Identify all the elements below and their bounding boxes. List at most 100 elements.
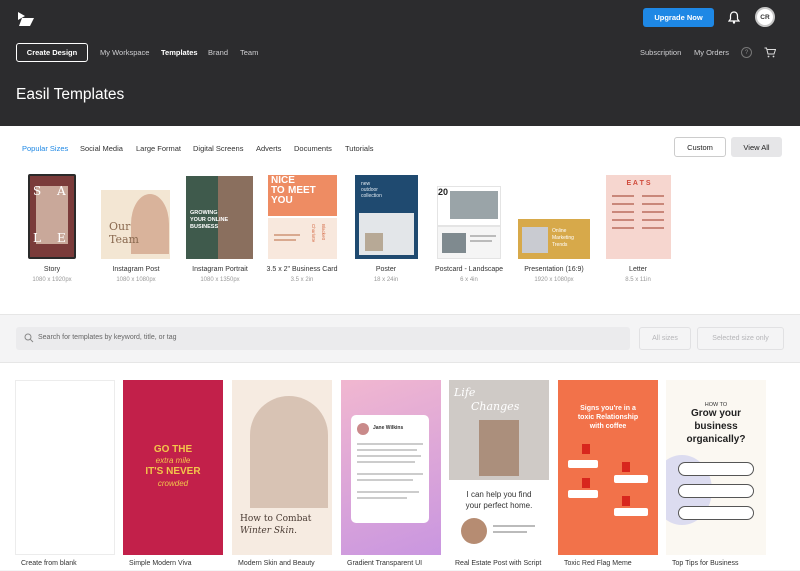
size-card-postcard-back[interactable] (437, 226, 501, 259)
letter-line (612, 211, 634, 213)
search-icon (24, 333, 34, 343)
user-avatar[interactable]: CR (755, 7, 775, 27)
ui-line (357, 479, 413, 481)
size-card-presentation[interactable]: Online Marketing Trends (518, 219, 590, 259)
view-all-button[interactable]: View All (731, 137, 782, 157)
ui-line (357, 491, 419, 493)
business-card-text: YOU (271, 195, 293, 206)
letter-line (612, 219, 634, 221)
viva-text: crowded (157, 479, 189, 488)
nav-subscription[interactable]: Subscription (640, 48, 681, 57)
nav-my-workspace[interactable]: My Workspace (100, 48, 149, 57)
easil-logo-icon[interactable] (16, 10, 36, 28)
template-card-top-tips[interactable]: HOW TO Grow your business organically? T… (666, 380, 766, 571)
tab-large-format[interactable]: Large Format (136, 144, 181, 153)
tips-pill (678, 506, 754, 520)
size-dimensions: 1080 x 1920px (32, 277, 72, 283)
letter-line (642, 195, 664, 197)
template-card-real-estate[interactable]: Life Changes I can help you find your pe… (449, 380, 549, 571)
template-grid: Create from blank GO THE extra mile IT'S… (0, 362, 800, 570)
postcard-line (470, 235, 496, 237)
help-icon[interactable]: ? (741, 47, 752, 58)
tab-adverts[interactable]: Adverts (256, 144, 281, 153)
template-card-simple-modern-viva[interactable]: GO THE extra mile IT'S NEVER crowded Sim… (123, 380, 223, 571)
skin-text: How to Combat (240, 514, 312, 524)
template-card-blank[interactable]: Create from blank (15, 380, 115, 571)
popular-sizes-panel: Popular Sizes Social Media Large Format … (0, 126, 800, 314)
story-letter: L (33, 231, 41, 245)
size-dimensions: 18 x 24in (373, 277, 399, 283)
template-label: Top Tips for Business (672, 560, 739, 567)
real-estate-text: your perfect home. (465, 501, 533, 510)
template-card-gradient-ui[interactable]: Jane Wilkins Gradient Transparent UI (341, 380, 441, 571)
template-label: Toxic Red Flag Meme (564, 560, 632, 567)
size-card-business-card-back[interactable]: Charlotte Blackett (268, 218, 337, 259)
search-placeholder: Search for templates by keyword, title, … (38, 334, 177, 341)
blank-thumbnail (15, 380, 115, 555)
selected-size-only-toggle[interactable]: Selected size only (697, 327, 784, 350)
size-card-business-card-front[interactable]: NICE TO MEET YOU (268, 175, 337, 216)
size-card-instagram-post[interactable]: Our Team (101, 190, 170, 259)
instagram-portrait-text: GROWING (190, 210, 218, 216)
story-letter: A (57, 184, 66, 198)
letter-line (642, 203, 664, 205)
all-sizes-toggle[interactable]: All sizes (639, 327, 691, 350)
upgrade-now-button[interactable]: Upgrade Now (643, 8, 714, 27)
bell-icon[interactable] (728, 11, 740, 24)
template-thumbnail: How to Combat Winter Skin. (232, 380, 332, 555)
real-estate-script: Life (454, 386, 476, 399)
real-estate-line (493, 525, 535, 527)
nav-brand[interactable]: Brand (208, 48, 228, 57)
template-label: Create from blank (21, 560, 77, 567)
ui-name: Jane Wilkins (373, 425, 404, 431)
business-card-line (274, 239, 296, 241)
tips-pill (678, 462, 754, 476)
postcard-line (470, 240, 492, 242)
tab-documents[interactable]: Documents (294, 144, 332, 153)
nav-my-orders[interactable]: My Orders (694, 48, 729, 57)
tips-text: business (694, 421, 738, 432)
business-card-name: Charlotte (311, 224, 316, 243)
red-flag-icon (622, 462, 630, 472)
size-card-instagram-portrait[interactable]: GROWING YOUR ONLINE BUSINESS (186, 176, 253, 259)
business-card-line (274, 234, 300, 236)
search-bar-area: Search for templates by keyword, title, … (0, 314, 800, 362)
size-card-story[interactable]: S A L E (28, 174, 76, 259)
presentation-text: Marketing (552, 235, 574, 241)
size-card-poster[interactable]: new outdoor collection (355, 175, 418, 259)
letter-line (642, 211, 664, 213)
tab-tutorials[interactable]: Tutorials (345, 144, 373, 153)
size-card-letter[interactable]: E A T S (606, 175, 671, 259)
poster-chair (365, 233, 383, 251)
instagram-post-text: Our (109, 220, 131, 233)
letter-line (642, 227, 664, 229)
real-estate-agent-avatar (461, 518, 487, 544)
tab-popular-sizes[interactable]: Popular Sizes (22, 144, 68, 153)
poster-text: collection (361, 193, 382, 199)
presentation-text: Trends (552, 242, 568, 248)
toxic-text: toxic Relationship (577, 414, 639, 421)
skin-photo (250, 396, 328, 508)
letter-line (612, 227, 634, 229)
nav-team[interactable]: Team (240, 48, 258, 57)
skin-text: Winter Skin. (240, 526, 298, 536)
create-design-button[interactable]: Create Design (16, 43, 88, 62)
top-bar: Upgrade Now CR Create Design My Workspac… (0, 0, 800, 126)
letter-title: E A T S (626, 180, 651, 187)
template-card-toxic-red-flag[interactable]: Signs you're in a toxic Relationship wit… (558, 380, 658, 571)
template-thumbnail: GO THE extra mile IT'S NEVER crowded (123, 380, 223, 555)
tab-social-media[interactable]: Social Media (80, 144, 123, 153)
template-label: Simple Modern Viva (129, 560, 192, 567)
size-card-postcard-front[interactable]: 20 (437, 186, 501, 226)
ui-line (357, 497, 407, 499)
template-label: Gradient Transparent UI (347, 560, 423, 567)
template-search-input[interactable]: Search for templates by keyword, title, … (16, 327, 630, 350)
cart-icon[interactable] (764, 47, 776, 58)
custom-size-button[interactable]: Custom (674, 137, 726, 157)
template-card-modern-skin-beauty[interactable]: How to Combat Winter Skin. Modern Skin a… (232, 380, 332, 571)
tab-digital-screens[interactable]: Digital Screens (193, 144, 243, 153)
nav-templates[interactable]: Templates (161, 48, 198, 57)
template-thumbnail: Jane Wilkins (341, 380, 441, 555)
red-flag-icon (622, 496, 630, 506)
ui-avatar (357, 423, 369, 435)
